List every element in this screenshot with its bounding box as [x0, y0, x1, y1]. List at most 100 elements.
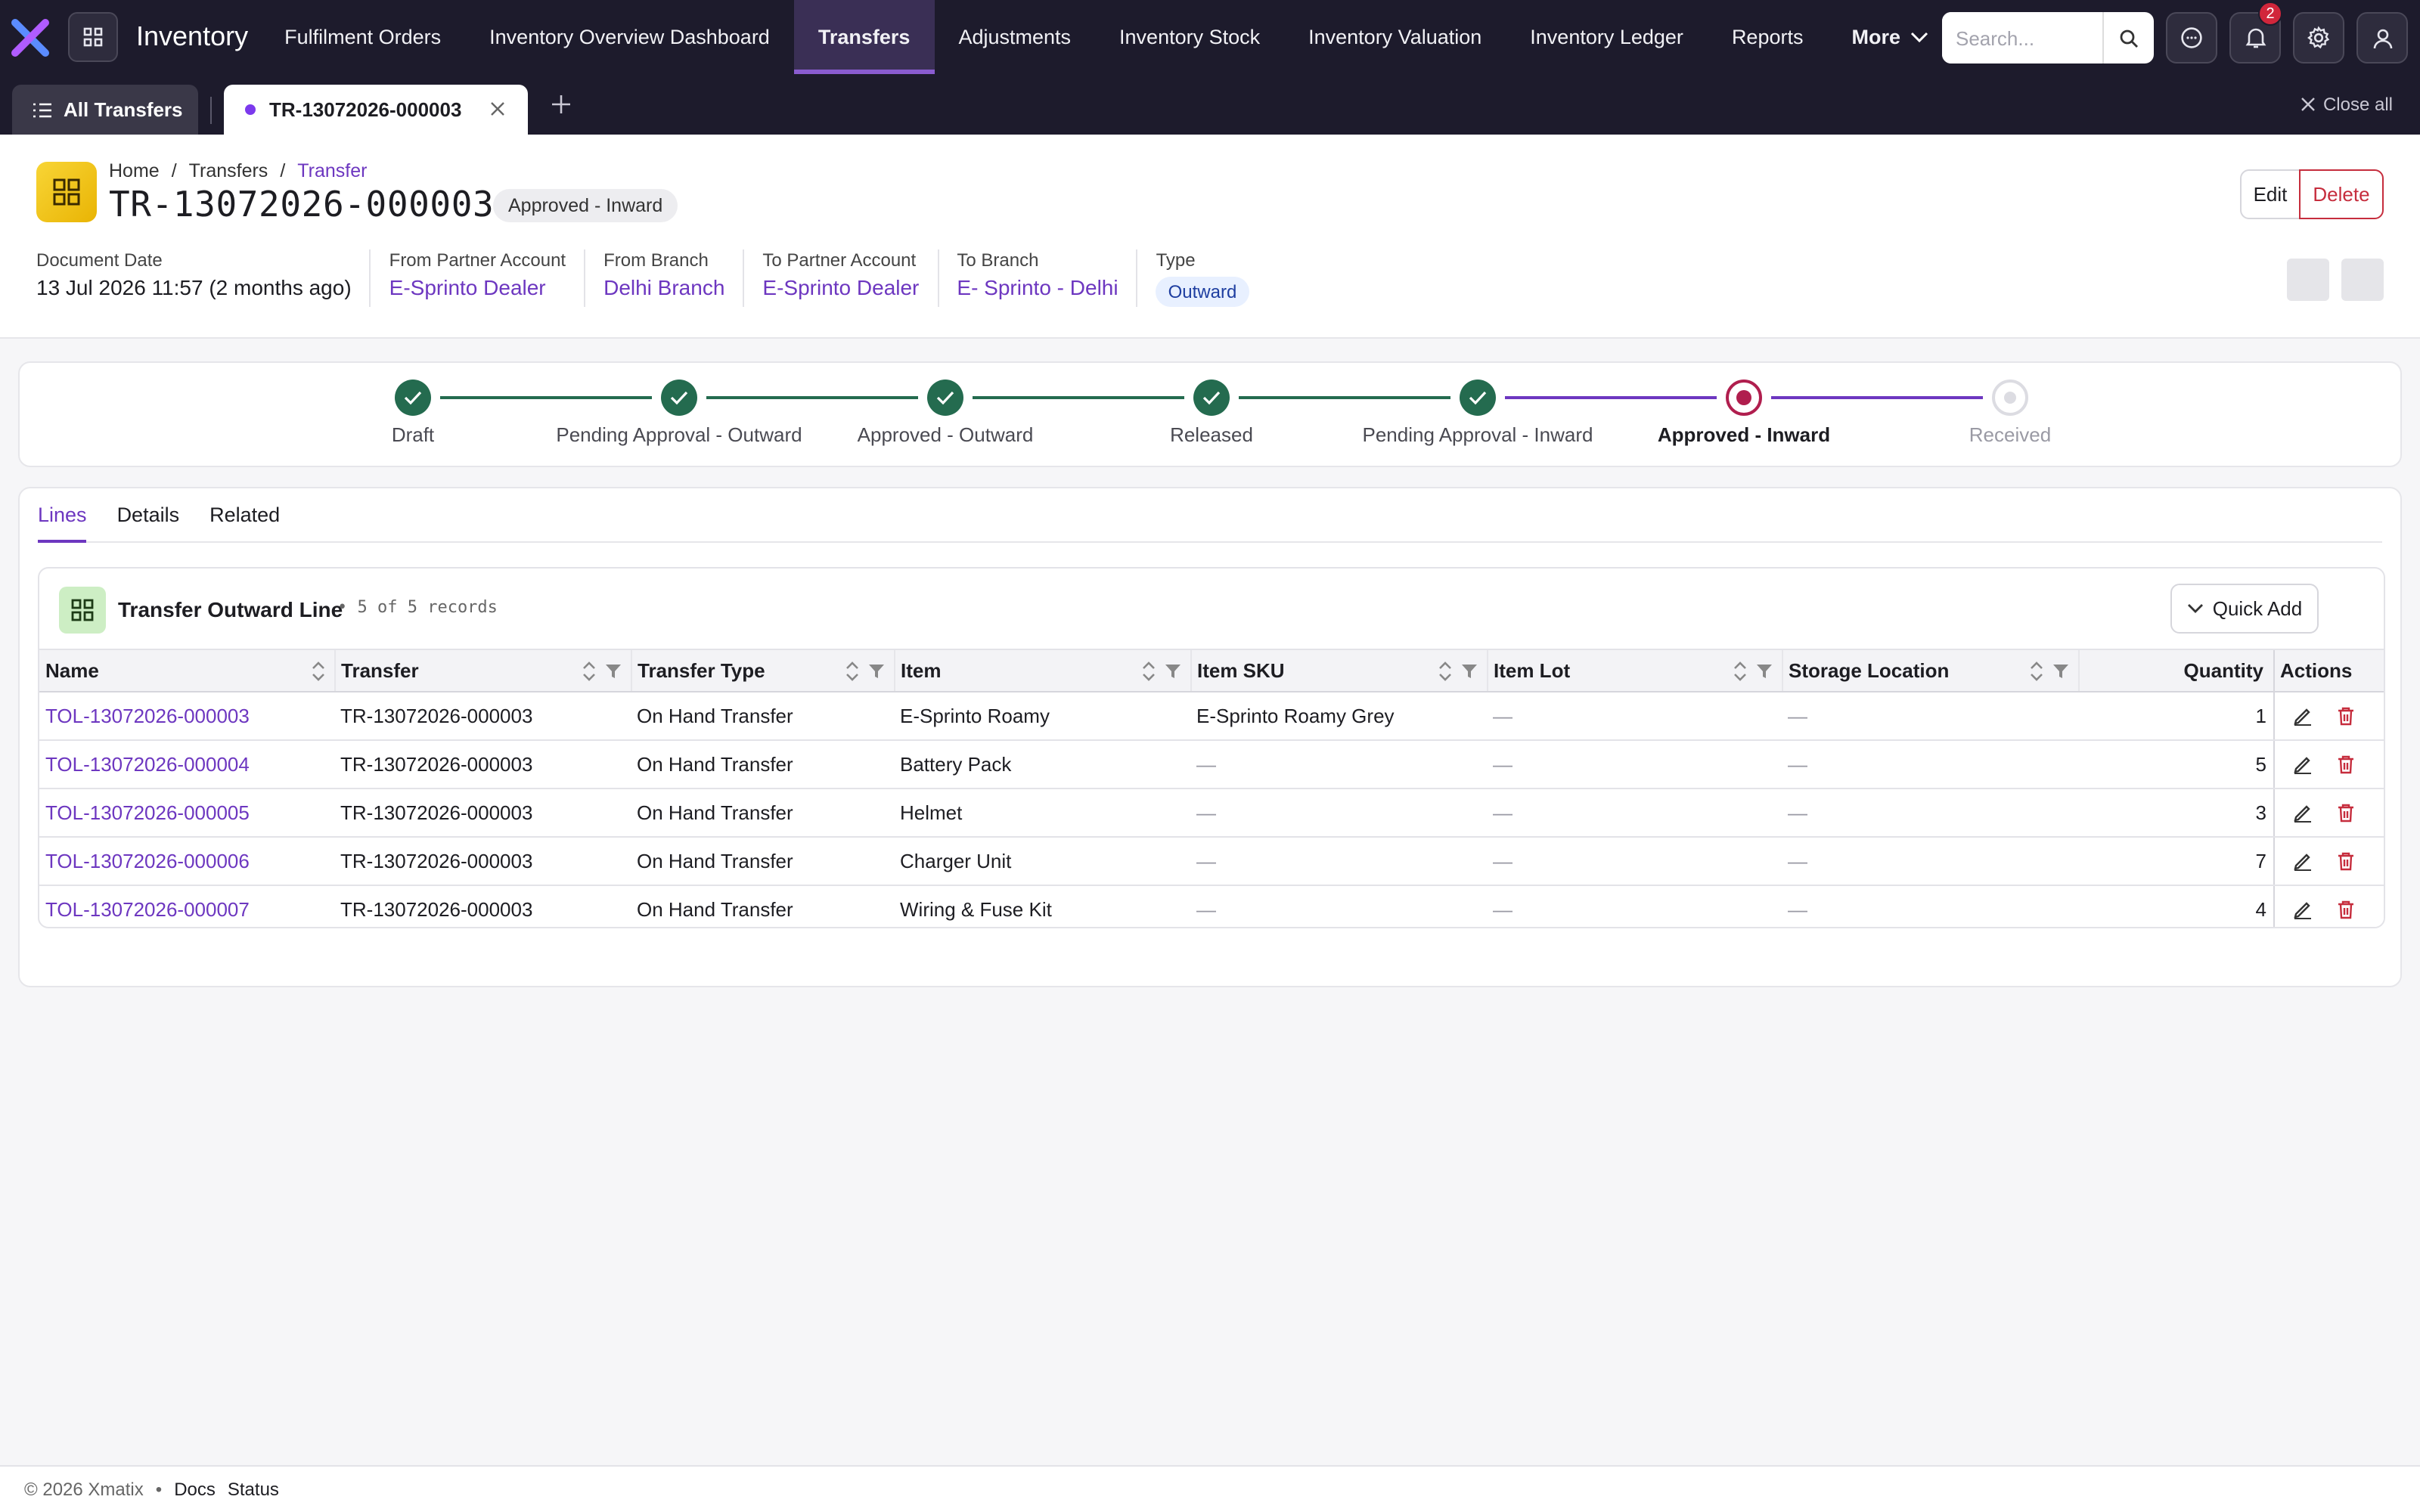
record-subtabs: Lines Details Related — [38, 488, 2382, 543]
field-label: From Branch — [603, 249, 709, 271]
nav-item-inventory-valuation[interactable]: Inventory Valuation — [1284, 0, 1506, 74]
column-header-quantity[interactable]: Quantity — [2077, 649, 2273, 692]
transfer-document-icon — [36, 162, 97, 222]
edit-pencil-icon[interactable] — [2292, 851, 2312, 871]
nav-item-inventory-stock[interactable]: Inventory Stock — [1095, 0, 1284, 74]
field-label: To Partner Account — [762, 249, 917, 271]
column-header-transfer[interactable]: Transfer — [334, 649, 631, 692]
nav-item-inventory-overview-dashboard[interactable]: Inventory Overview Dashboard — [465, 0, 794, 74]
close-tab-icon[interactable] — [486, 97, 510, 121]
field-label: From Partner Account — [389, 249, 566, 271]
new-tab-plus-icon[interactable] — [551, 94, 572, 115]
cell-actions — [2273, 740, 2384, 789]
cell-lot: — — [1487, 885, 1782, 927]
nav-item-adjustments[interactable]: Adjustments — [934, 0, 1095, 74]
filter-icon[interactable] — [2052, 663, 2068, 678]
close-all-tabs-button[interactable]: Close all — [2299, 94, 2393, 115]
from-branch-link[interactable]: Delhi Branch — [603, 275, 724, 299]
edit-pencil-icon[interactable] — [2292, 706, 2312, 726]
table-row[interactable]: TOL-13072026-000003 TR-13072026-000003 On … — [39, 692, 2384, 741]
nav-item-reports[interactable]: Reports — [1708, 0, 1828, 74]
nav-item-inventory-ledger[interactable]: Inventory Ledger — [1506, 0, 1708, 74]
field-label: Type — [1156, 249, 1196, 271]
app-title: Inventory — [136, 21, 249, 51]
sort-icon[interactable] — [311, 660, 324, 681]
nav-more-menu[interactable]: More — [1828, 0, 1953, 74]
filter-icon[interactable] — [1755, 663, 1772, 678]
cell-transfer: TR-13072026-000003 — [334, 837, 631, 886]
cell-qty: 5 — [2078, 740, 2273, 789]
cell-name[interactable]: TOL-13072026-000004 — [39, 740, 334, 789]
footer-link-status[interactable]: Status — [228, 1479, 279, 1500]
column-header-name[interactable]: Name — [39, 649, 334, 692]
quick-add-button[interactable]: Quick Add — [2170, 584, 2319, 634]
cell-name[interactable]: TOL-13072026-000006 — [39, 837, 334, 886]
breadcrumb-home[interactable]: Home — [109, 160, 160, 181]
list-icon — [33, 102, 51, 117]
stepper-step-released: Released — [1083, 380, 1340, 446]
search-input[interactable] — [1942, 12, 2102, 64]
to-branch-link[interactable]: E- Sprinto - Delhi — [957, 275, 1118, 299]
breadcrumb-transfers[interactable]: Transfers — [189, 160, 268, 181]
column-header-item-sku[interactable]: Item SKU — [1190, 649, 1487, 692]
app-launcher-grid-icon[interactable] — [68, 12, 118, 62]
edit-pencil-icon[interactable] — [2292, 900, 2312, 919]
sort-icon[interactable] — [1141, 660, 1155, 681]
to-partner-link[interactable]: E-Sprinto Dealer — [762, 275, 919, 299]
settings-gear-icon[interactable] — [2293, 12, 2344, 64]
column-header-actions[interactable]: Actions — [2273, 649, 2384, 692]
delete-button[interactable]: Delete — [2299, 169, 2384, 219]
cell-type: On Hand Transfer — [631, 789, 894, 838]
sort-icon[interactable] — [1438, 660, 1451, 681]
filter-icon[interactable] — [604, 663, 621, 678]
search-icon[interactable] — [2102, 12, 2154, 64]
column-header-controls — [1141, 660, 1181, 681]
cell-type: On Hand Transfer — [631, 740, 894, 789]
column-header-storage-location[interactable]: Storage Location — [1781, 649, 2078, 692]
panel-title: Transfer Outward Line — [118, 597, 343, 621]
table-row[interactable]: TOL-13072026-000007 TR-13072026-000003 On … — [39, 885, 2384, 927]
cell-name[interactable]: TOL-13072026-000003 — [39, 692, 334, 741]
table-row[interactable]: TOL-13072026-000006 TR-13072026-000003 On … — [39, 837, 2384, 886]
xmatix-logo[interactable] — [11, 17, 50, 57]
stepper-step-label: Approved - Inward — [1657, 423, 1831, 446]
trash-icon[interactable] — [2336, 754, 2354, 774]
cell-name[interactable]: TOL-13072026-000007 — [39, 885, 334, 927]
sort-icon[interactable] — [1733, 660, 1746, 681]
edit-button[interactable]: Edit — [2240, 169, 2301, 219]
sort-icon[interactable] — [582, 660, 595, 681]
check-icon — [1460, 380, 1496, 416]
cell-name[interactable]: TOL-13072026-000005 — [39, 789, 334, 838]
edit-pencil-icon[interactable] — [2292, 803, 2312, 823]
sort-icon[interactable] — [2029, 660, 2043, 681]
column-header-item-lot[interactable]: Item Lot — [1486, 649, 1782, 692]
trash-icon[interactable] — [2336, 851, 2354, 871]
cell-sku: E-Sprinto Roamy Grey — [1190, 692, 1487, 741]
edit-pencil-icon[interactable] — [2292, 754, 2312, 774]
cell-transfer: TR-13072026-000003 — [334, 885, 631, 927]
trash-icon[interactable] — [2336, 706, 2354, 726]
filter-icon[interactable] — [1460, 663, 1477, 678]
chat-icon[interactable] — [2166, 12, 2217, 64]
tab-lines[interactable]: Lines — [38, 488, 87, 543]
column-header-transfer-type[interactable]: Transfer Type — [630, 649, 894, 692]
filter-icon[interactable] — [867, 663, 884, 678]
trash-icon[interactable] — [2336, 803, 2354, 823]
column-header-item[interactable]: Item — [893, 649, 1190, 692]
table-row[interactable]: TOL-13072026-000005 TR-13072026-000003 On … — [39, 789, 2384, 838]
nav-item-transfers[interactable]: Transfers — [793, 0, 935, 74]
tab-related[interactable]: Related — [209, 488, 280, 543]
from-partner-link[interactable]: E-Sprinto Dealer — [389, 275, 566, 299]
stepper-step-pending-approval-inward: Pending Approval - Inward — [1349, 380, 1606, 446]
notifications-bell-icon[interactable]: 2 — [2229, 2, 2282, 64]
tab-details[interactable]: Details — [117, 488, 180, 543]
trash-icon[interactable] — [2336, 900, 2354, 919]
tab-all-transfers[interactable]: All Transfers — [12, 85, 198, 135]
sort-icon[interactable] — [845, 660, 858, 681]
footer-link-docs[interactable]: Docs — [174, 1479, 216, 1500]
filter-icon[interactable] — [1164, 663, 1181, 678]
nav-item-fulfilment-orders[interactable]: Fulfilment Orders — [260, 0, 465, 74]
user-avatar-icon[interactable] — [2356, 12, 2408, 64]
table-row[interactable]: TOL-13072026-000004 TR-13072026-000003 On … — [39, 740, 2384, 789]
tab-current-document[interactable]: TR-13072026-000003 — [224, 85, 528, 135]
